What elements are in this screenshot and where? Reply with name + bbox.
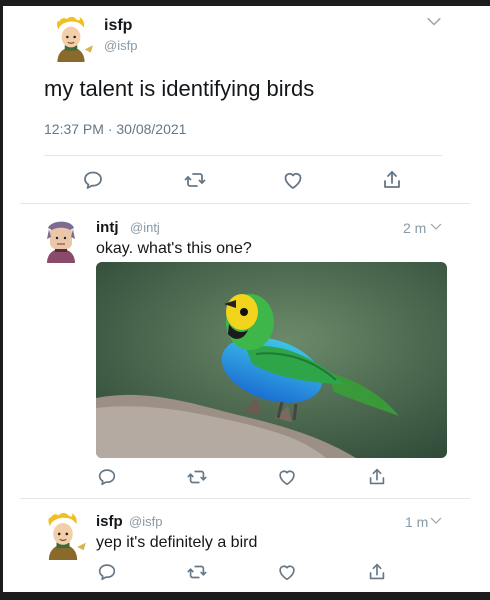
- avatar[interactable]: [47, 14, 95, 62]
- retweet-icon[interactable]: [186, 466, 208, 488]
- author-name[interactable]: isfp: [104, 17, 132, 35]
- chevron-down-icon[interactable]: [424, 12, 444, 32]
- share-icon[interactable]: [366, 561, 388, 583]
- divider: [20, 203, 470, 204]
- avatar[interactable]: [38, 510, 88, 560]
- reply-author-name[interactable]: isfp: [96, 513, 123, 530]
- reply-icon[interactable]: [96, 561, 118, 583]
- avatar[interactable]: [38, 214, 84, 266]
- divider: [20, 498, 470, 499]
- bird-photo[interactable]: [96, 262, 447, 458]
- screenshot-left-border: [0, 0, 3, 600]
- tweet-timestamp[interactable]: 12:37 PM · 30/08/2021: [44, 121, 186, 137]
- retweet-icon[interactable]: [183, 168, 207, 192]
- reply-icon[interactable]: [96, 466, 118, 488]
- bird-image: [96, 262, 447, 458]
- author-handle[interactable]: @isfp: [104, 38, 137, 53]
- tweet-text: my talent is identifying birds: [44, 76, 315, 101]
- reply-author-name[interactable]: intj: [96, 219, 119, 236]
- reply-icon[interactable]: [81, 168, 105, 192]
- share-icon[interactable]: [380, 168, 404, 192]
- screenshot-top-border: [0, 0, 490, 6]
- divider: [44, 155, 442, 156]
- share-icon[interactable]: [366, 466, 388, 488]
- reply-text: okay. what's this one?: [96, 240, 252, 257]
- reply-time[interactable]: 2 m: [403, 220, 426, 236]
- retweet-icon[interactable]: [186, 561, 208, 583]
- reply-time[interactable]: 1 m: [405, 514, 428, 530]
- heart-icon[interactable]: [276, 466, 298, 488]
- chevron-down-icon[interactable]: [428, 513, 444, 529]
- chevron-down-icon[interactable]: [428, 219, 444, 235]
- reply-author-handle[interactable]: @isfp: [129, 514, 162, 529]
- heart-icon[interactable]: [281, 168, 305, 192]
- reply-author-handle[interactable]: @intj: [130, 220, 160, 235]
- heart-icon[interactable]: [276, 561, 298, 583]
- screenshot-bottom-border: [0, 592, 490, 600]
- reply-text: yep it's definitely a bird: [96, 534, 258, 551]
